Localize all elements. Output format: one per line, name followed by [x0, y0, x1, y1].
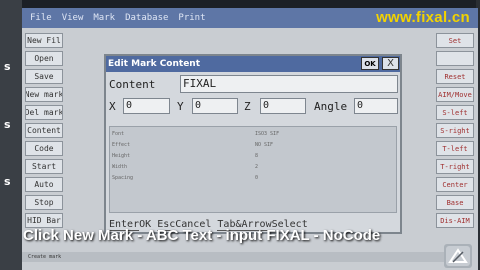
property-row[interactable]: Spacing 0: [112, 175, 392, 184]
x-label: X: [109, 100, 116, 113]
bezel-mark: s: [4, 60, 11, 73]
z-input[interactable]: 0: [260, 98, 306, 114]
code-button[interactable]: Code: [25, 141, 63, 156]
property-row[interactable]: Font ISO3 SIF: [112, 131, 392, 140]
new-file-button[interactable]: New Fil: [25, 33, 63, 48]
x-input[interactable]: 0: [123, 98, 170, 114]
property-value: ISO3 SIF: [255, 131, 280, 137]
watermark: www.fixal.cn: [376, 9, 470, 26]
dialog-title: Edit Mark Content: [106, 56, 400, 72]
start-button[interactable]: Start: [25, 159, 63, 174]
center-button[interactable]: Center: [436, 177, 474, 192]
properties-panel: Font ISO3 SIF Effect NO SIF Height 8 Wid…: [109, 126, 397, 213]
content-button[interactable]: Content: [25, 123, 63, 138]
hid-bar-button[interactable]: HID Bar: [25, 213, 63, 228]
y-input[interactable]: 0: [192, 98, 238, 114]
fixal-logo-icon: [444, 244, 472, 268]
set-button[interactable]: Set: [436, 33, 474, 48]
property-value: 2: [255, 164, 259, 170]
t-left-button[interactable]: T-left: [436, 141, 474, 156]
del-mark-button[interactable]: Del mark: [25, 105, 63, 120]
property-name: Height: [112, 153, 131, 159]
y-label: Y: [177, 100, 184, 113]
menu-view[interactable]: View: [62, 13, 84, 23]
monitor-bezel-left: s s s: [0, 0, 22, 270]
open-button[interactable]: Open: [25, 51, 63, 66]
ok-button[interactable]: OK: [361, 57, 379, 70]
auto-button[interactable]: Auto: [25, 177, 63, 192]
property-row[interactable]: Height 8: [112, 153, 392, 162]
close-button[interactable]: X: [382, 57, 399, 70]
angle-label: Angle: [314, 100, 348, 113]
property-name: Spacing: [112, 175, 134, 181]
t-right-button[interactable]: T-right: [436, 159, 474, 174]
stop-button[interactable]: Stop: [25, 195, 63, 210]
property-row[interactable]: Effect NO SIF: [112, 142, 392, 151]
save-button[interactable]: Save: [25, 69, 63, 84]
base-button[interactable]: Base: [436, 195, 474, 210]
menu-database[interactable]: Database: [125, 13, 168, 23]
dis-aim-button[interactable]: Dis-AIM: [436, 213, 474, 228]
reset-button[interactable]: Reset: [436, 69, 474, 84]
video-caption: Click New Mark - ABC Text - input FIXAL …: [23, 227, 381, 244]
close-icon: X: [387, 58, 394, 69]
menu-print[interactable]: Print: [178, 13, 205, 23]
property-name: Effect: [112, 142, 131, 148]
bezel-mark: s: [4, 118, 11, 131]
new-mark-button[interactable]: New mark: [25, 87, 63, 102]
content-input[interactable]: FIXAL: [180, 75, 398, 93]
property-value: NO SIF: [255, 142, 274, 148]
property-row[interactable]: Width 2: [112, 164, 392, 173]
angle-input[interactable]: 0: [354, 98, 398, 114]
property-name: Font: [112, 131, 125, 137]
status-bar: Create mark: [22, 252, 462, 262]
bezel-mark: s: [4, 175, 11, 188]
z-label: Z: [244, 100, 251, 113]
property-name: Width: [112, 164, 128, 170]
right-blank-button[interactable]: [436, 51, 474, 66]
content-label: Content: [109, 78, 156, 91]
s-left-button[interactable]: S-left: [436, 105, 474, 120]
menu-mark[interactable]: Mark: [93, 13, 115, 23]
aim-move-button[interactable]: AIM/Move: [436, 87, 474, 102]
property-value: 8: [255, 153, 259, 159]
property-value: 0: [255, 175, 259, 181]
menu-file[interactable]: File: [30, 13, 52, 23]
edit-mark-content-dialog: Edit Mark Content OK X Content FIXAL X 0…: [104, 54, 402, 234]
s-right-button[interactable]: S-right: [436, 123, 474, 138]
